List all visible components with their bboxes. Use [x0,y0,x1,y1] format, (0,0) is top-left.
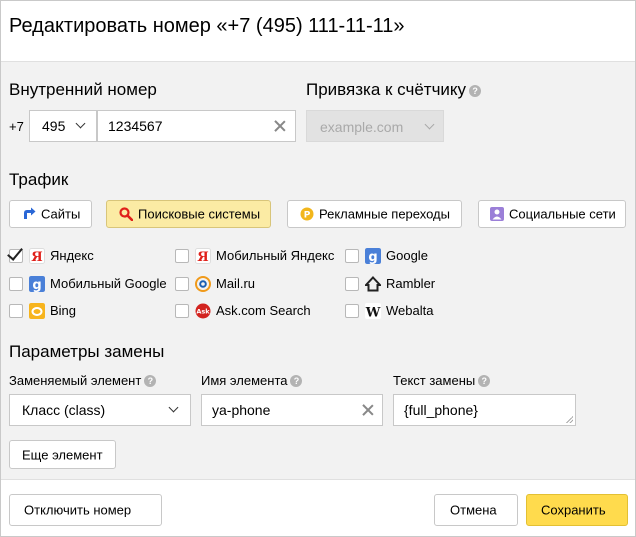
replaced-element-label-text: Заменяемый элемент [9,373,142,388]
ask-icon: Ask [195,303,211,319]
area-code-value: 495 [42,118,66,134]
person-icon [490,207,504,221]
svg-text:Я: Я [197,250,208,264]
resize-handle[interactable] [566,416,573,423]
country-prefix: +7 [9,119,24,134]
save-button[interactable]: Сохранить [526,494,628,526]
dialog-footer: Отключить номер Отмена Сохранить [1,479,635,536]
dialog-title: Редактировать номер «+7 (495) 111-11-11» [9,15,405,37]
svg-text:Я: Я [31,250,42,264]
tab-social-networks[interactable]: Социальные сети [478,200,626,228]
dialog-header: Редактировать номер «+7 (495) 111-11-11» [1,1,635,62]
yandex-icon: Я [29,248,45,264]
replacement-text-label-text: Текст замены [393,373,476,388]
tab-search-engines-label: Поисковые системы [138,206,261,222]
phone-number-value: 1234567 [108,118,163,134]
engine-name: Ask.com Search [216,303,311,318]
counter-binding-label: Привязка к счётчику [306,80,467,99]
arrow-icon [24,207,36,219]
counter-binding-heading: Привязка к счётчику? [306,80,482,100]
help-icon[interactable]: ? [478,375,491,387]
tab-sites-label: Сайты [41,206,81,222]
svg-text:g: g [32,278,41,292]
element-name-label-text: Имя элемента [201,373,288,388]
google-icon: g [365,248,381,264]
yandex-icon: Я [195,248,211,264]
add-element-button[interactable]: Еще элемент [9,440,116,469]
counter-select: example.com [306,110,444,142]
search-icon [119,207,133,221]
replacement-text-input[interactable]: {full_phone} [393,394,576,426]
coin-icon: Р [300,207,314,221]
checkbox[interactable] [9,277,23,291]
add-element-label: Еще элемент [22,447,103,462]
engine-name: Webalta [386,303,434,318]
help-icon[interactable]: ? [469,85,482,97]
cancel-label: Отмена [450,502,497,518]
tab-social-networks-label: Социальные сети [509,206,616,222]
clear-icon[interactable] [273,119,287,133]
svg-text:W: W [365,306,381,320]
checkbox[interactable] [345,249,359,263]
rambler-icon [365,276,381,292]
chevron-down-icon [168,402,179,413]
chevron-down-icon [424,119,435,130]
svg-text:Р: Р [304,211,311,221]
engine-name: Mail.ru [216,276,256,291]
internal-number-heading: Внутренний номер [9,80,157,99]
engine-name: Rambler [386,276,436,291]
mailru-icon [195,276,211,292]
cancel-button[interactable]: Отмена [434,494,518,526]
save-label: Сохранить [541,502,606,518]
replacement-text-value: {full_phone} [404,402,478,418]
chevron-down-icon [75,118,86,129]
counter-placeholder: example.com [320,119,404,135]
bing-icon [29,303,45,319]
disable-number-label: Отключить номер [24,502,132,518]
checkbox[interactable] [175,304,189,318]
clear-icon[interactable] [361,403,375,417]
tab-ad-traffic-label: Рекламные переходы [319,206,450,222]
help-icon[interactable]: ? [144,375,157,387]
replaced-element-value: Класс (class) [22,402,106,418]
checkbox[interactable] [9,304,23,318]
tab-sites[interactable]: Сайты [9,200,92,228]
element-name-value: ya-phone [212,402,271,418]
engine-name: Мобильный Яндекс [216,248,335,263]
replacement-text-label: Текст замены? [393,373,491,388]
checkbox[interactable] [175,277,189,291]
element-name-input[interactable]: ya-phone [201,394,383,426]
checkbox[interactable] [345,304,359,318]
tab-ad-traffic[interactable]: Р Рекламные переходы [287,200,462,228]
disable-number-button[interactable]: Отключить номер [9,494,162,526]
engine-name: Яндекс [50,248,94,263]
phone-number-input[interactable]: 1234567 [97,110,296,142]
checkbox[interactable] [175,249,189,263]
area-code-select[interactable]: 495 [29,110,97,142]
engine-name: Bing [50,303,77,318]
element-name-label: Имя элемента? [201,373,303,388]
replaced-element-label: Заменяемый элемент? [9,373,157,388]
svg-text:Ask: Ask [196,308,210,316]
replacement-heading: Параметры замены [9,342,165,361]
checkbox[interactable] [7,244,23,263]
help-icon[interactable]: ? [290,375,303,387]
webalta-icon: W [365,303,381,319]
engine-name: Google [386,248,428,263]
check-icon [7,244,23,261]
google-icon: g [29,276,45,292]
engine-name: Мобильный Google [50,276,167,291]
replaced-element-select[interactable]: Класс (class) [9,394,191,426]
traffic-heading: Трафик [9,170,69,189]
edit-number-dialog: Редактировать номер «+7 (495) 111-11-11»… [0,0,636,537]
svg-text:g: g [368,250,377,264]
tab-search-engines[interactable]: Поисковые системы [106,200,271,228]
checkbox[interactable] [345,277,359,291]
